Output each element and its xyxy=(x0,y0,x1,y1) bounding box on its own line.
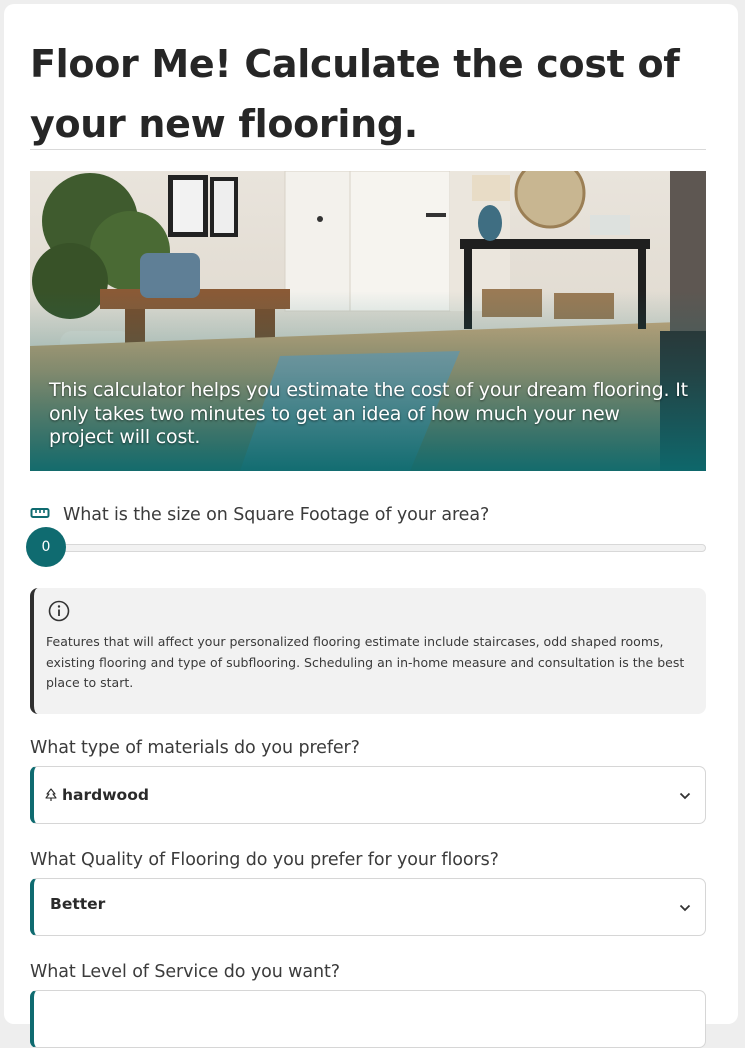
quality-selected-value: Better xyxy=(50,895,106,913)
info-text: Features that will affect your personali… xyxy=(46,634,685,690)
materials-selected-value: hardwood xyxy=(44,786,149,804)
service-label: What Level of Service do you want? xyxy=(30,962,340,982)
info-icon xyxy=(48,600,70,622)
info-callout: Features that will affect your personali… xyxy=(30,588,706,714)
service-select[interactable] xyxy=(30,990,706,1048)
quality-select[interactable]: Better xyxy=(30,878,706,936)
materials-select[interactable]: hardwood xyxy=(30,766,706,824)
hero-banner: This calculator helps you estimate the c… xyxy=(30,171,706,471)
quality-label: What Quality of Flooring do you prefer f… xyxy=(30,850,499,870)
square-footage-slider-thumb[interactable]: 0 xyxy=(26,527,66,567)
ruler-icon xyxy=(30,508,50,518)
page-title: Floor Me! Calculate the cost of your new… xyxy=(30,42,680,146)
chevron-down-icon xyxy=(679,904,691,912)
chevron-down-icon xyxy=(679,792,691,800)
square-footage-label: What is the size on Square Footage of yo… xyxy=(63,505,490,525)
materials-label: What type of materials do you prefer? xyxy=(30,738,360,758)
materials-selected-text: hardwood xyxy=(62,786,149,804)
hero-description: This calculator helps you estimate the c… xyxy=(49,379,688,448)
square-footage-slider-track[interactable] xyxy=(46,544,706,552)
tree-icon xyxy=(45,788,57,801)
title-divider xyxy=(30,149,706,150)
